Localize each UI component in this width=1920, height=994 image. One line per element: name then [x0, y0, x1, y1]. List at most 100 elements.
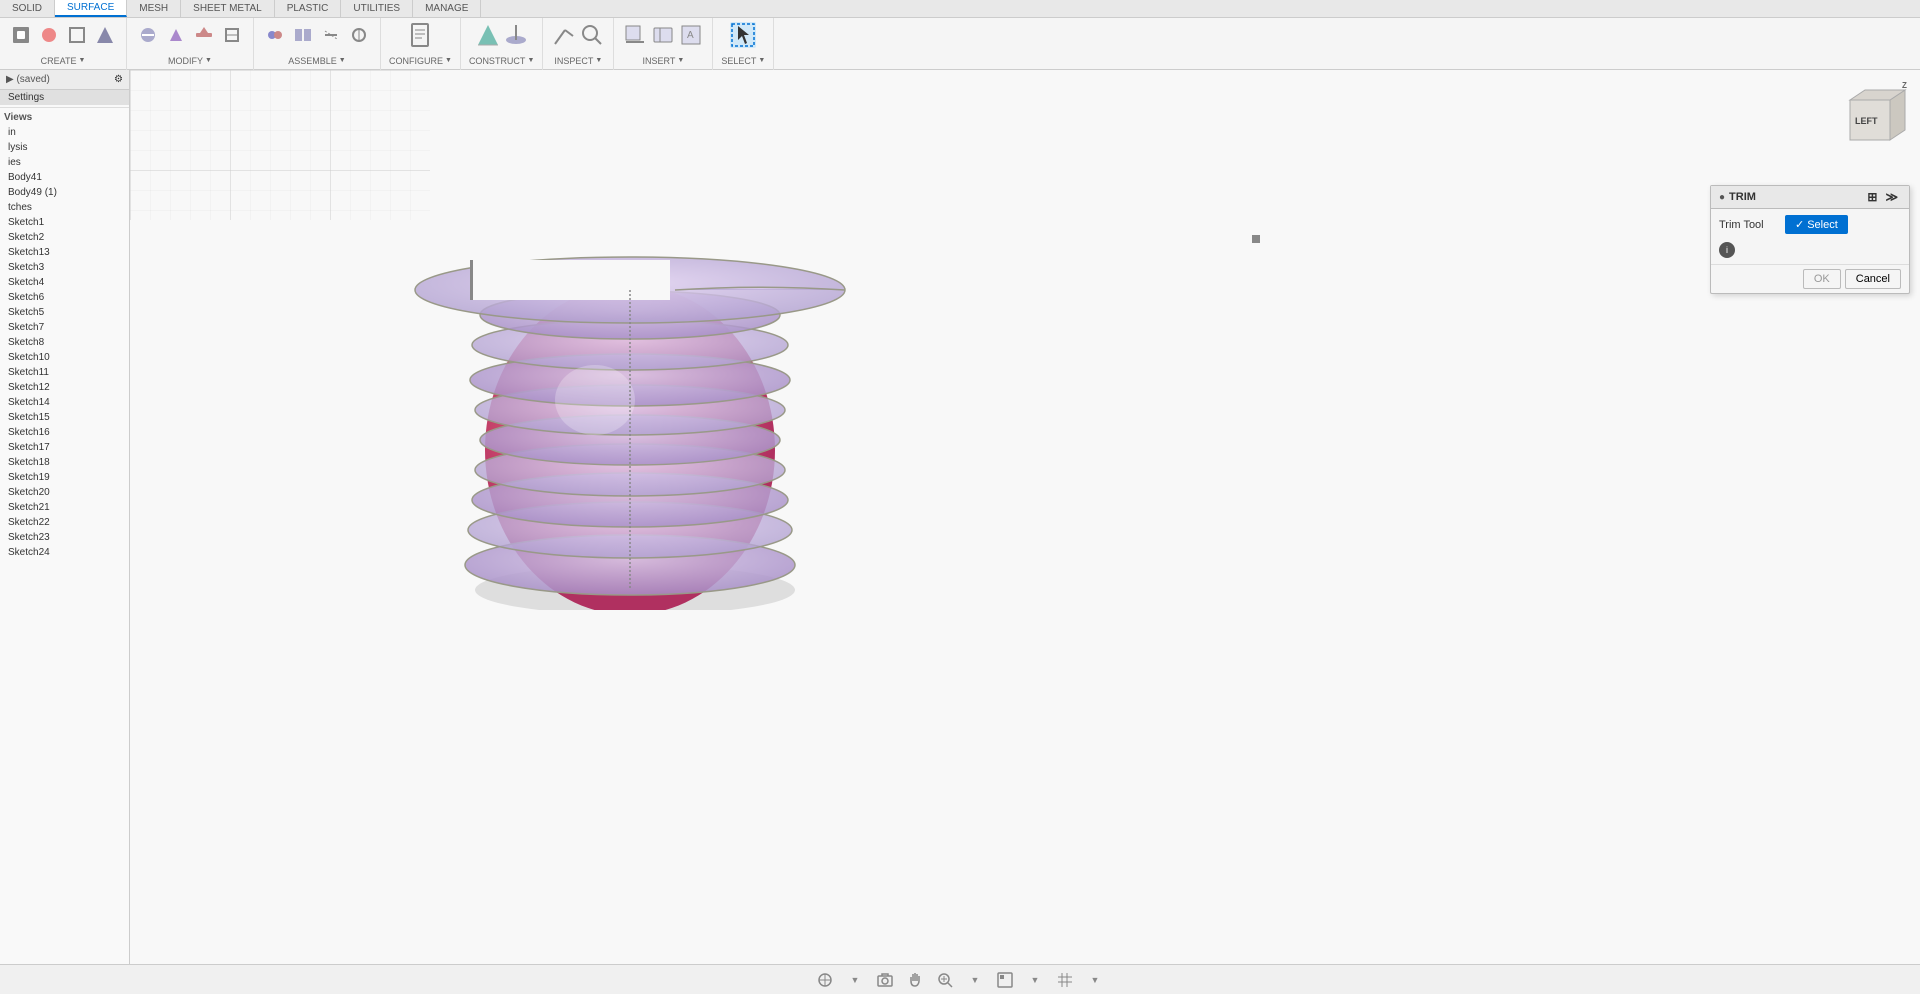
bottom-icon-grid[interactable] — [1054, 969, 1076, 991]
left-panel-item-sketch17[interactable]: Sketch17 — [0, 440, 129, 455]
assemble-dropdown-arrow: ▼ — [339, 57, 346, 64]
left-panel-item-tches[interactable]: tches — [0, 200, 129, 215]
insert-label[interactable]: INSERT ▼ — [642, 56, 684, 66]
construct-label[interactable]: CONSTRUCT ▼ — [469, 56, 534, 66]
bottom-icon-display[interactable] — [994, 969, 1016, 991]
left-panel-item-lysis[interactable]: lysis — [0, 140, 129, 155]
left-panel-item-sketch22[interactable]: Sketch22 — [0, 515, 129, 530]
left-panel-item-body49[interactable]: Body49 (1) — [0, 185, 129, 200]
left-panel-item-sketch2[interactable]: Sketch2 — [0, 230, 129, 245]
left-panel-item-sketch24[interactable]: Sketch24 — [0, 545, 129, 560]
bottom-icon-zoom[interactable] — [934, 969, 956, 991]
bottom-icon-dropdown3[interactable]: ▼ — [1024, 969, 1046, 991]
tab-mesh[interactable]: MESH — [127, 0, 181, 17]
left-panel-item-sketch4[interactable]: Sketch4 — [0, 275, 129, 290]
tab-utilities[interactable]: UTILITIES — [341, 0, 413, 17]
info-icon[interactable]: i — [1719, 242, 1735, 258]
create-icon-3[interactable] — [64, 22, 90, 48]
inspect-label[interactable]: INSPECT ▼ — [554, 56, 602, 66]
orientation-cube[interactable]: Z LEFT — [1830, 80, 1910, 160]
tab-manage[interactable]: MANAGE — [413, 0, 481, 17]
inspect-icons — [551, 22, 605, 48]
3d-object-svg — [400, 160, 900, 610]
left-panel-item-sketch18[interactable]: Sketch18 — [0, 455, 129, 470]
tab-solid[interactable]: SOLID — [0, 0, 55, 17]
left-panel-item-sketch6[interactable]: Sketch6 — [0, 290, 129, 305]
left-panel-item-sketch20[interactable]: Sketch20 — [0, 485, 129, 500]
ok-button[interactable]: OK — [1803, 269, 1841, 289]
left-panel-item-sketch8[interactable]: Sketch8 — [0, 335, 129, 350]
left-panel-settings-item[interactable]: Settings — [0, 90, 129, 105]
insert-icon-2[interactable] — [650, 22, 676, 48]
menu-group-modify: MODIFY ▼ — [127, 18, 254, 70]
trim-panel-controls: ⊞ ≫ — [1864, 190, 1901, 204]
construct-icons — [475, 22, 529, 48]
trim-panel-expand[interactable]: ⊞ — [1864, 190, 1880, 204]
left-panel-item-sketch11[interactable]: Sketch11 — [0, 365, 129, 380]
bottom-icon-dropdown4[interactable]: ▼ — [1084, 969, 1106, 991]
create-icon-2[interactable] — [36, 22, 62, 48]
construct-dropdown-arrow: ▼ — [527, 57, 534, 64]
inspect-dropdown-arrow: ▼ — [595, 57, 602, 64]
modify-icon-3[interactable] — [191, 22, 217, 48]
left-panel-item-ies[interactable]: ies — [0, 155, 129, 170]
left-panel-item-sketch7[interactable]: Sketch7 — [0, 320, 129, 335]
left-panel-item-sketch19[interactable]: Sketch19 — [0, 470, 129, 485]
left-panel-item-sketch12[interactable]: Sketch12 — [0, 380, 129, 395]
assemble-icon-2[interactable] — [290, 22, 316, 48]
create-icons — [8, 22, 118, 48]
select-label[interactable]: SELECT ▼ — [721, 56, 765, 66]
bottom-icon-dropdown[interactable]: ▼ — [844, 969, 866, 991]
left-panel-item-sketch14[interactable]: Sketch14 — [0, 395, 129, 410]
construct-icon-1[interactable] — [475, 22, 501, 48]
trim-panel: ● TRIM ⊞ ≫ Trim Tool ✓ Select i OK Cance… — [1710, 185, 1910, 294]
bottom-icon-target[interactable] — [814, 969, 836, 991]
tab-plastic[interactable]: PLASTIC — [275, 0, 342, 17]
left-panel-item-body41[interactable]: Body41 — [0, 170, 129, 185]
select-icon-1[interactable] — [730, 22, 756, 48]
viewport[interactable]: Z LEFT ● TRIM ⊞ ≫ Trim Tool ✓ Select i — [130, 70, 1920, 964]
left-panel-title: ▶ (saved) — [6, 74, 50, 85]
configure-icon-1[interactable] — [407, 22, 433, 48]
bottom-icon-camera[interactable] — [874, 969, 896, 991]
tab-sheet-metal[interactable]: SHEET METAL — [181, 0, 275, 17]
left-panel-item-sketch5[interactable]: Sketch5 — [0, 305, 129, 320]
assemble-label[interactable]: ASSEMBLE ▼ — [288, 56, 345, 66]
inspect-icon-1[interactable] — [551, 22, 577, 48]
left-panel-item-sketch23[interactable]: Sketch23 — [0, 530, 129, 545]
configure-label[interactable]: CONFIGURE ▼ — [389, 56, 452, 66]
assemble-icon-4[interactable] — [346, 22, 372, 48]
create-dropdown-arrow: ▼ — [78, 57, 85, 64]
left-panel-item-sketch15[interactable]: Sketch15 — [0, 410, 129, 425]
left-panel-item-sketch16[interactable]: Sketch16 — [0, 425, 129, 440]
left-panel-item-sketch1[interactable]: Sketch1 — [0, 215, 129, 230]
left-panel-divider-1 — [0, 107, 129, 108]
select-button[interactable]: ✓ Select — [1785, 215, 1848, 234]
left-panel-item-in[interactable]: in — [0, 125, 129, 140]
modify-label[interactable]: MODIFY ▼ — [168, 56, 212, 66]
trim-panel-close[interactable]: ≫ — [1882, 190, 1901, 204]
insert-icons: A — [622, 22, 704, 48]
modify-icon-1[interactable] — [135, 22, 161, 48]
construct-icon-2[interactable] — [503, 22, 529, 48]
insert-icon-3[interactable]: A — [678, 22, 704, 48]
inspect-icon-2[interactable] — [579, 22, 605, 48]
left-panel-settings[interactable]: ⚙ — [114, 74, 123, 85]
left-panel-item-sketch13[interactable]: Sketch13 — [0, 245, 129, 260]
tab-bar: SOLID SURFACE MESH SHEET METAL PLASTIC U… — [0, 0, 1920, 18]
left-panel-item-sketch10[interactable]: Sketch10 — [0, 350, 129, 365]
cancel-button[interactable]: Cancel — [1845, 269, 1901, 289]
assemble-icon-1[interactable] — [262, 22, 288, 48]
tab-surface[interactable]: SURFACE — [55, 0, 127, 17]
assemble-icon-3[interactable] — [318, 22, 344, 48]
modify-icon-4[interactable] — [219, 22, 245, 48]
left-panel-item-sketch3[interactable]: Sketch3 — [0, 260, 129, 275]
create-label[interactable]: CREATE ▼ — [41, 56, 86, 66]
bottom-icon-dropdown2[interactable]: ▼ — [964, 969, 986, 991]
bottom-icon-hand[interactable] — [904, 969, 926, 991]
create-icon-4[interactable] — [92, 22, 118, 48]
left-panel-item-sketch21[interactable]: Sketch21 — [0, 500, 129, 515]
create-icon-1[interactable] — [8, 22, 34, 48]
insert-icon-1[interactable] — [622, 22, 648, 48]
modify-icon-2[interactable] — [163, 22, 189, 48]
